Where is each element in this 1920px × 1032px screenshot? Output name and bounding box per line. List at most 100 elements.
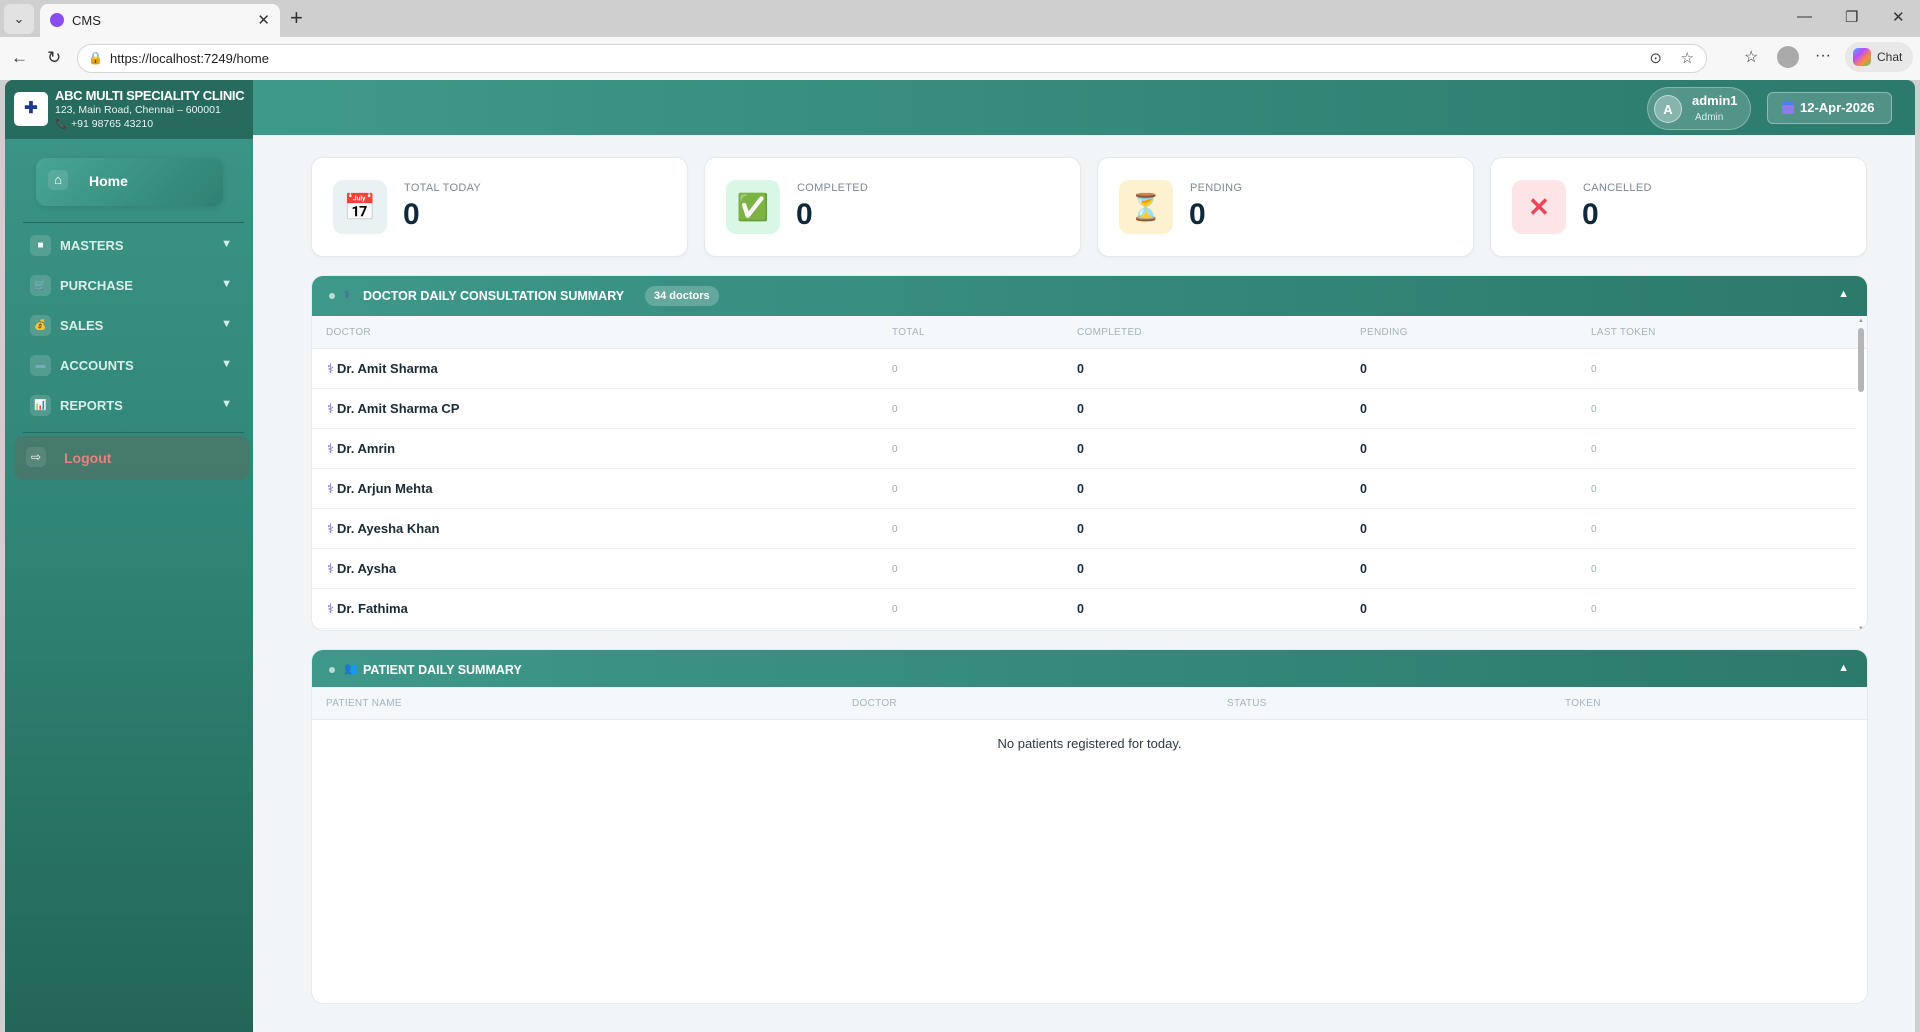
completed-cell: 0 [1077,562,1084,576]
user-menu[interactable]: A admin1 Admin [1647,87,1751,130]
browser-tab-bar: ⌄ CMS ✕ + — ❐ ✕ [0,0,1920,37]
chevron-down-icon: ▼ [221,398,232,410]
scroll-down-icon[interactable]: ▼ [1858,626,1864,630]
stat-card-cancelled: ✕ CANCELLED 0 [1490,157,1867,257]
stethoscope-icon: ⚕ [327,601,335,616]
last-token-cell: 0 [1591,604,1597,615]
tab-list-button[interactable]: ⌄ [4,4,34,34]
table-row[interactable]: ⚕ Dr. Fathima 0 0 0 0 [312,589,1857,629]
masters-label: MASTERS [60,238,124,253]
doctor-name: ⚕ Dr. Amit Sharma [327,361,438,377]
chat-label: Chat [1877,50,1903,64]
last-token-cell: 0 [1591,484,1597,495]
sidebar-item-accounts[interactable]: ▬ ACCOUNTS ▼ [25,351,240,381]
sidebar-divider [23,222,244,223]
status-dot [329,667,335,673]
cross-icon: ✕ [1512,180,1566,234]
reload-icon[interactable]: ↻ [47,48,61,68]
column-header: PENDING [1360,327,1408,338]
collapse-icon[interactable]: ▲ [1838,288,1849,300]
pending-cell: 0 [1360,562,1367,576]
completed-cell: 0 [1077,362,1084,376]
table-row[interactable]: ⚕ Dr. Amit Sharma CP 0 0 0 0 [312,389,1857,429]
table-row[interactable]: ⚕ Dr. Aysha 0 0 0 0 [312,549,1857,589]
close-tab-icon[interactable]: ✕ [257,11,270,29]
table-header: DOCTOR TOTAL COMPLETED PENDING LAST TOKE… [312,316,1867,349]
sidebar-item-sales[interactable]: 💰 SALES ▼ [25,311,240,341]
patient-summary-header[interactable]: 👥 PATIENT DAILY SUMMARY ▲ [312,650,1867,687]
chevron-down-icon: ▼ [221,278,232,290]
completed-cell: 0 [1077,442,1084,456]
total-cell: 0 [892,604,898,615]
reader-options-icon[interactable]: ⊙ [1649,49,1662,67]
close-window-button[interactable]: ✕ [1892,8,1905,26]
copilot-chat-button[interactable]: Chat [1845,42,1913,72]
stat-label: CANCELLED [1583,182,1652,194]
completed-cell: 0 [1077,482,1084,496]
doctor-name-text: Dr. Amit Sharma CP [337,401,460,416]
address-bar[interactable]: 🔒 https://localhost:7249/home ⊙ ☆ [77,44,1707,73]
favorites-icon[interactable]: ☆ [1744,47,1758,67]
completed-cell: 0 [1077,402,1084,416]
pending-cell: 0 [1360,602,1367,616]
sidebar-item-purchase[interactable]: 🛒 PURCHASE ▼ [25,271,240,301]
reports-label: REPORTS [60,398,123,413]
stethoscope-icon: ⚕ [327,521,335,536]
doctor-summary-header[interactable]: ⚕ DOCTOR DAILY CONSULTATION SUMMARY 34 d… [312,276,1867,316]
chevron-down-icon: ▼ [221,238,232,250]
table-row[interactable]: ⚕ Dr. Amit Sharma 0 0 0 0 [312,349,1857,389]
last-token-cell: 0 [1591,404,1597,415]
completed-cell: 0 [1077,522,1084,536]
total-cell: 0 [892,564,898,575]
table-row[interactable]: ⚕ Dr. Arjun Mehta 0 0 0 0 [312,469,1857,509]
table-scrollbar[interactable]: ▲ ▼ [1857,318,1865,630]
stat-label: TOTAL TODAY [404,182,482,194]
pending-cell: 0 [1360,362,1367,376]
sales-label: SALES [60,318,104,333]
doctor-count-badge: 34 doctors [645,286,719,306]
column-header: PATIENT NAME [326,698,402,709]
column-header: COMPLETED [1077,327,1142,338]
collapse-icon[interactable]: ▲ [1838,662,1849,674]
calendar-icon: 📅 [333,180,387,234]
clinic-address: 123, Main Road, Chennai – 600001 [55,104,221,116]
table-row[interactable]: ⚕ Dr. Ayesha Khan 0 0 0 0 [312,509,1857,549]
sidebar-item-reports[interactable]: 📊 REPORTS ▼ [25,391,240,421]
stat-card-total-today: 📅 TOTAL TODAY 0 [311,157,688,257]
column-header: DOCTOR [852,698,897,709]
minimize-button[interactable]: — [1797,8,1812,25]
user-name: admin1 [1692,93,1738,108]
clinic-brand: ✚ ABC MULTI SPECIALITY CLINIC 123, Main … [5,80,253,139]
panel-title: PATIENT DAILY SUMMARY [363,663,522,677]
scrollbar-thumb[interactable] [1858,328,1864,392]
date-button[interactable]: 12-Apr-2026 [1767,92,1892,124]
chevron-down-icon: ▼ [221,358,232,370]
logout-icon: ⇨ [26,447,46,467]
sidebar-item-masters[interactable]: ■ MASTERS ▼ [25,231,240,261]
doctor-summary-panel: ⚕ DOCTOR DAILY CONSULTATION SUMMARY 34 d… [311,275,1868,631]
doctor-name: ⚕ Dr. Arjun Mehta [327,481,433,497]
hourglass-icon: ⏳ [1119,180,1173,234]
stat-value: 0 [1582,198,1599,231]
profile-icon[interactable] [1777,46,1799,68]
doctor-name-text: Dr. Aysha [337,561,397,576]
home-icon: ⌂ [48,170,68,190]
logout-button[interactable]: ⇨ Logout [14,436,250,480]
new-tab-button[interactable]: + [290,5,303,31]
doctor-name: ⚕ Dr. Amrin [327,441,395,457]
folder-icon: ■ [30,235,51,256]
sidebar-item-home[interactable]: ⌂ Home [36,158,223,206]
sidebar-divider [23,432,244,433]
back-icon[interactable]: ← [11,48,28,68]
clinic-name: ABC MULTI SPECIALITY CLINIC [55,88,245,103]
credit-card-icon: ▬ [30,355,51,376]
panel-title: DOCTOR DAILY CONSULTATION SUMMARY [363,289,625,303]
restore-button[interactable]: ❐ [1845,8,1858,26]
favorite-star-icon[interactable]: ☆ [1681,49,1694,67]
doctor-name: ⚕ Dr. Aysha [327,561,396,577]
browser-tab[interactable]: CMS ✕ [40,4,280,37]
scroll-up-icon[interactable]: ▲ [1858,318,1864,324]
table-row[interactable]: ⚕ Dr. Amrin 0 0 0 0 [312,429,1857,469]
more-icon[interactable]: ··· [1815,47,1831,65]
clinic-phone-number: +91 98765 43210 [71,118,154,130]
